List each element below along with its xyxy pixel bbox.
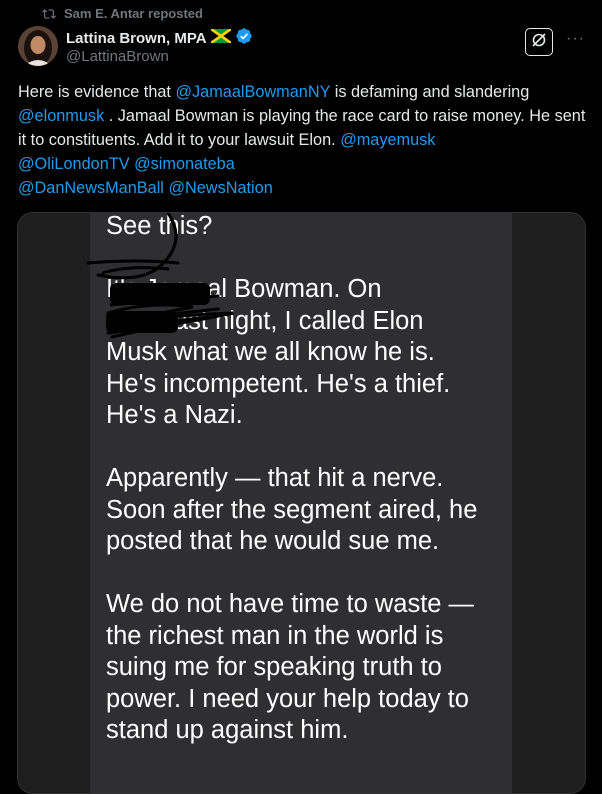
author-name[interactable]: Lattina Brown, MPA (66, 30, 207, 47)
mention-link[interactable]: @elonmusk (18, 107, 104, 125)
repost-text: Sam E. Antar reposted (64, 6, 203, 21)
mention-link[interactable]: @simonateba (134, 155, 235, 173)
author-name-row[interactable]: Lattina Brown, MPA (66, 27, 253, 49)
tweet-text-segment: is defaming and slandering (330, 83, 530, 101)
grok-button[interactable] (525, 28, 553, 56)
more-options-button[interactable]: ··· (566, 30, 585, 48)
mention-link[interactable]: @OliLondonTV (18, 155, 130, 173)
tweet-text: Here is evidence that @JamaalBowmanNY is… (18, 80, 588, 200)
mention-link[interactable]: @JamaalBowmanNY (175, 83, 330, 101)
mention-link[interactable]: @mayemusk (340, 131, 435, 149)
tweet-text-segment: Here is evidence that (18, 83, 176, 101)
verified-badge-icon[interactable] (235, 27, 253, 49)
tweet-text-segment: . Jamaal Bowman is playing the race card… (18, 107, 586, 149)
repost-header[interactable]: Sam E. Antar reposted (42, 6, 203, 21)
scribble-redaction (86, 213, 234, 339)
mention-link[interactable]: @NewsNation (168, 179, 272, 197)
grok-icon (530, 31, 548, 54)
jamaica-flag-icon (209, 27, 232, 47)
tweet-media-image[interactable]: See this? It's Jamaal Bowman. On CNN las… (17, 212, 586, 794)
avatar[interactable] (18, 26, 58, 66)
mention-link[interactable]: @DanNewsManBall (18, 179, 164, 197)
repost-icon (42, 7, 56, 21)
author-handle[interactable]: @LattinaBrown (66, 48, 169, 65)
